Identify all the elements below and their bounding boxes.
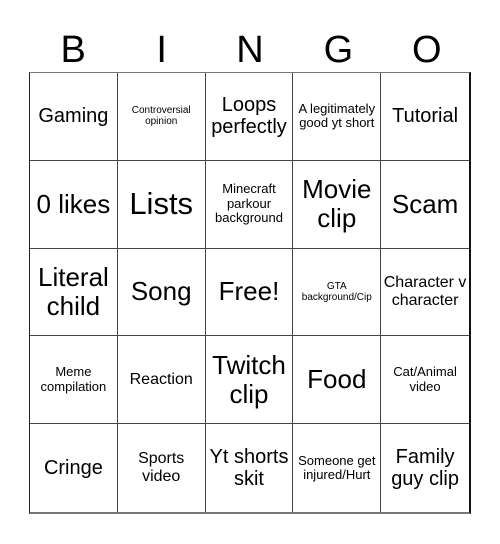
bingo-cell[interactable]: Movie clip bbox=[293, 160, 382, 249]
bingo-cell[interactable]: Tutorial bbox=[381, 73, 469, 161]
header-letter-i: I bbox=[156, 29, 167, 71]
header-letter-o: O bbox=[412, 29, 442, 71]
bingo-cell[interactable]: Cringe bbox=[30, 424, 118, 512]
bingo-cell[interactable]: Family guy clip bbox=[381, 424, 469, 512]
bingo-cell[interactable]: Yt shorts skit bbox=[206, 424, 294, 512]
bingo-cell[interactable]: Minecraft parkour background bbox=[205, 160, 294, 249]
bingo-cell[interactable]: Literal child bbox=[30, 248, 118, 337]
bingo-cell[interactable]: Reaction bbox=[117, 336, 206, 425]
bingo-cell[interactable]: Lists bbox=[117, 160, 206, 249]
bingo-cell[interactable]: Free! bbox=[205, 248, 294, 337]
header-letter-n: N bbox=[236, 29, 264, 71]
bingo-cell[interactable]: 0 likes bbox=[30, 160, 118, 249]
bingo-cell[interactable]: Loops perfectly bbox=[205, 73, 294, 161]
header-letter-b: B bbox=[60, 29, 86, 71]
bingo-cell[interactable]: Gaming bbox=[30, 73, 118, 161]
bingo-cell[interactable]: Someone get injured/Hurt bbox=[293, 424, 382, 512]
bingo-cell[interactable]: Food bbox=[293, 336, 382, 425]
bingo-cell[interactable]: Song bbox=[117, 248, 206, 337]
bingo-cell[interactable]: Twitch clip bbox=[205, 336, 294, 425]
bingo-header: B I N G O bbox=[29, 28, 471, 72]
bingo-cell[interactable]: Scam bbox=[381, 161, 469, 249]
bingo-cell[interactable]: Meme compilation bbox=[30, 336, 118, 425]
bingo-cell[interactable]: GTA background/Cip bbox=[293, 248, 382, 337]
bingo-cell[interactable]: Character v character bbox=[381, 249, 469, 337]
bingo-cell[interactable]: Sports video bbox=[118, 424, 206, 512]
bingo-cell[interactable]: Cat/Animal video bbox=[381, 336, 469, 425]
bingo-grid: Gaming Controversial opinion Loops perfect… bbox=[29, 72, 471, 514]
bingo-cell[interactable]: Controversial opinion bbox=[117, 73, 206, 161]
bingo-cell[interactable]: A legitimately good yt short bbox=[293, 73, 382, 161]
header-letter-g: G bbox=[323, 29, 354, 71]
